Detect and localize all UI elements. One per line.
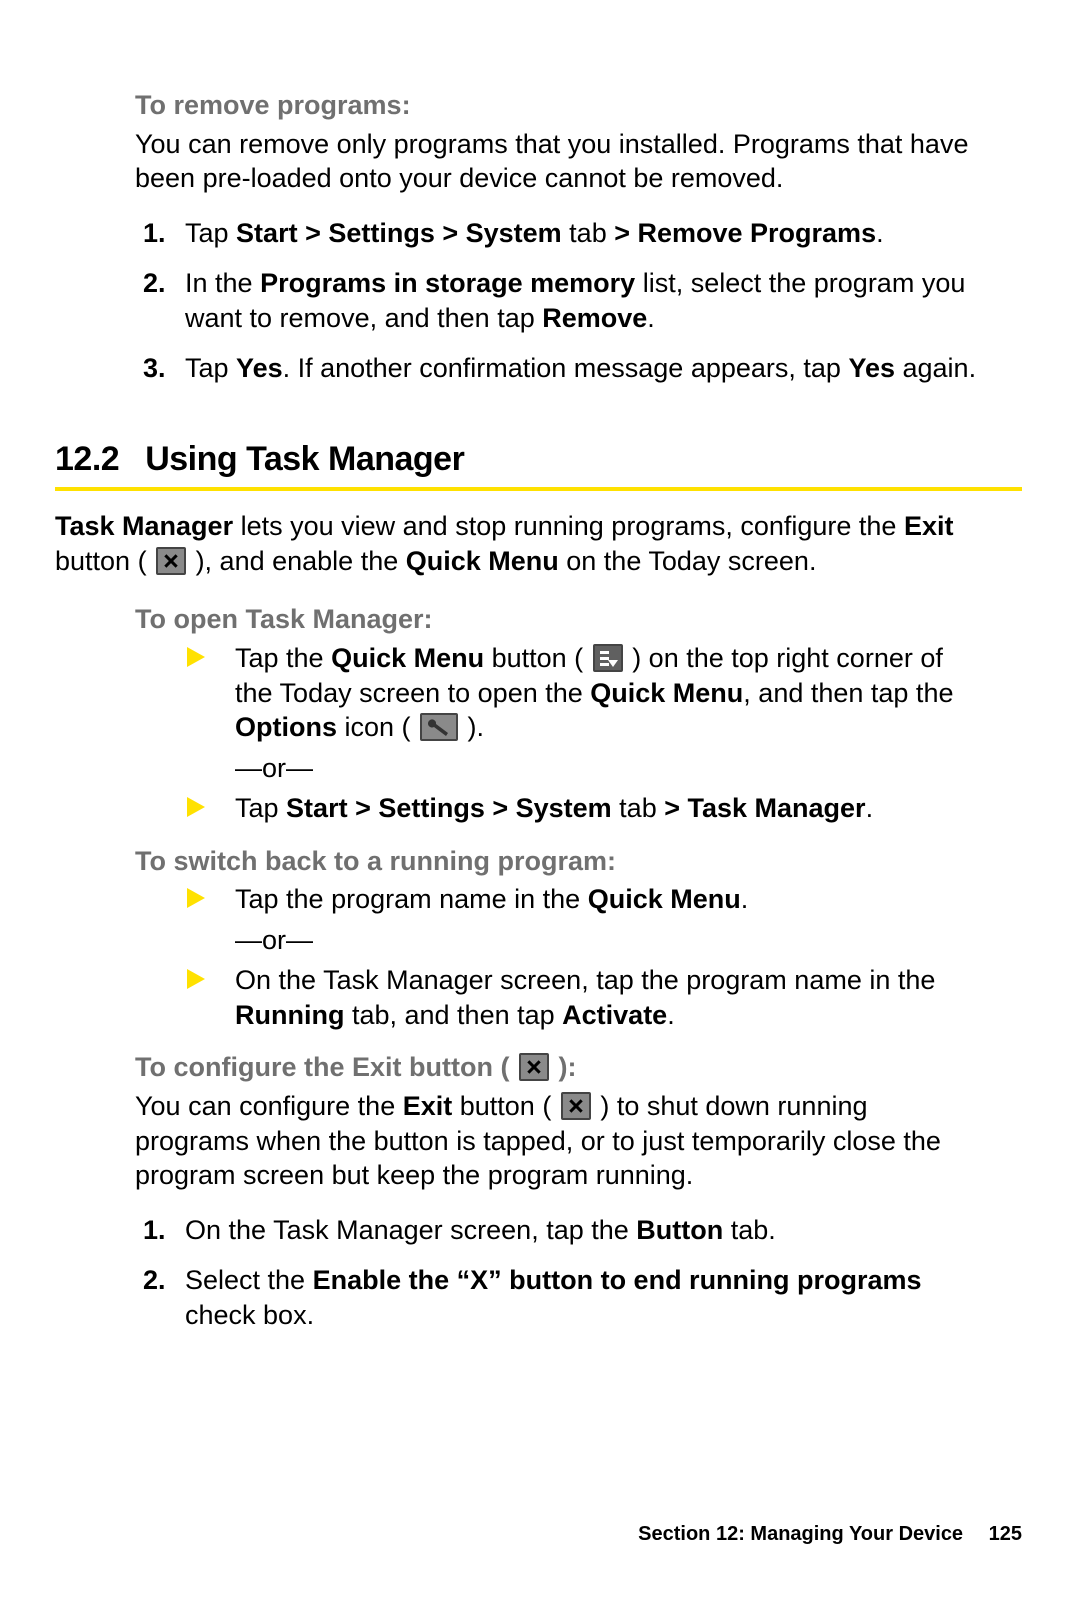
t: Enable the “X” button to end running pro…	[313, 1265, 922, 1295]
step-item: Tap Start > Settings > System tab > Remo…	[185, 216, 982, 251]
t: Select the	[185, 1265, 313, 1295]
config-desc: You can configure the Exit button ( ) to…	[135, 1089, 982, 1193]
t: Tap	[235, 793, 286, 823]
t: Programs in storage memory	[260, 268, 635, 298]
t: Yes	[236, 353, 283, 383]
exit-x-icon	[156, 547, 186, 575]
t: button (	[452, 1091, 559, 1121]
t: ), and enable the	[188, 546, 406, 576]
t: Yes	[848, 353, 895, 383]
bullet-item: Tap Start > Settings > System tab > Task…	[183, 791, 982, 826]
exit-x-icon	[519, 1053, 549, 1081]
t: button (	[55, 546, 154, 576]
t: Activate	[562, 1000, 667, 1030]
t: You can configure the	[135, 1091, 403, 1121]
footer-section: Section 12: Managing Your Device	[638, 1523, 963, 1545]
bullet-item: On the Task Manager screen, tap the prog…	[183, 963, 982, 1032]
t: button (	[484, 643, 591, 673]
task-manager-intro: Task Manager lets you view and stop runn…	[55, 509, 982, 578]
section-title: Using Task Manager	[145, 438, 464, 482]
t: > Task Manager	[664, 793, 865, 823]
section-number: 12.2	[55, 438, 119, 482]
t: Tap the program name in the	[235, 884, 588, 914]
switch-block: To switch back to a running program:	[135, 844, 982, 879]
t: ).	[460, 712, 484, 742]
t: Start > Settings > System	[236, 218, 562, 248]
exit-x-icon	[561, 1092, 591, 1120]
config-steps: On the Task Manager screen, tap the Butt…	[55, 1213, 1022, 1333]
t: Options	[235, 712, 337, 742]
t: Button	[636, 1215, 723, 1245]
t: On the Task Manager screen, tap the	[185, 1215, 636, 1245]
t: Tap the	[235, 643, 331, 673]
t: Quick Menu	[331, 643, 484, 673]
switch-bullets: Tap the program name in the Quick Menu. …	[183, 882, 982, 1032]
t: tab.	[723, 1215, 776, 1245]
t: To configure the Exit button (	[135, 1052, 517, 1082]
t: lets you view and stop running programs,…	[233, 511, 904, 541]
remove-desc: You can remove only programs that you in…	[135, 127, 982, 196]
subhead-switch: To switch back to a running program:	[135, 844, 982, 879]
open-tm-block: To open Task Manager:	[135, 602, 982, 637]
t: tab, and then tap	[344, 1000, 562, 1030]
section-underline	[55, 487, 1022, 491]
footer-page-number: 125	[989, 1523, 1022, 1545]
t: on the Today screen.	[559, 546, 817, 576]
subhead-open: To open Task Manager:	[135, 602, 982, 637]
remove-steps: Tap Start > Settings > System tab > Remo…	[55, 216, 1022, 386]
t: tab	[562, 218, 615, 248]
section-heading: 12.2 Using Task Manager	[55, 438, 1022, 492]
t: again.	[895, 353, 976, 383]
remove-programs-block: To remove programs: You can remove only …	[135, 88, 982, 196]
step-item: On the Task Manager screen, tap the Butt…	[185, 1213, 982, 1248]
or-separator: —or—	[235, 923, 982, 958]
t: Running	[235, 1000, 344, 1030]
t: In the	[185, 268, 260, 298]
page-footer: Section 12: Managing Your Device 125	[638, 1522, 1022, 1548]
subhead-remove: To remove programs:	[135, 88, 982, 123]
t: .	[647, 303, 655, 333]
t: . If another confirmation message appear…	[283, 353, 849, 383]
step-item: Select the Enable the “X” button to end …	[185, 1263, 982, 1332]
subhead-config: To configure the Exit button ( ):	[135, 1050, 982, 1085]
t: Quick Menu	[406, 546, 559, 576]
t: Quick Menu	[588, 884, 741, 914]
bullet-item: Tap the program name in the Quick Menu. …	[183, 882, 982, 957]
t: .	[876, 218, 884, 248]
t: , and then tap the	[743, 678, 953, 708]
or-separator: —or—	[235, 751, 982, 786]
t: .	[667, 1000, 675, 1030]
t: tab	[612, 793, 665, 823]
manual-page: To remove programs: You can remove only …	[0, 0, 1080, 1332]
config-block: To configure the Exit button ( ): You ca…	[135, 1050, 982, 1192]
t: ):	[551, 1052, 576, 1082]
section-title-row: 12.2 Using Task Manager	[55, 438, 1022, 488]
t: Tap	[185, 218, 236, 248]
step-item: Tap Yes. If another confirmation message…	[185, 351, 982, 386]
t: Remove	[542, 303, 647, 333]
bullet-item: Tap the Quick Menu button ( ) on the top…	[183, 641, 982, 785]
t: Quick Menu	[590, 678, 743, 708]
t: check box.	[185, 1300, 314, 1330]
open-bullets: Tap the Quick Menu button ( ) on the top…	[183, 641, 982, 826]
t: Exit	[904, 511, 954, 541]
t: Start > Settings > System	[286, 793, 612, 823]
t: Task Manager	[55, 511, 233, 541]
t: Tap	[185, 353, 236, 383]
t: .	[866, 793, 874, 823]
t: Exit	[403, 1091, 453, 1121]
quick-menu-icon	[593, 644, 623, 672]
t: icon (	[337, 712, 418, 742]
t: > Remove Programs	[614, 218, 876, 248]
step-item: In the Programs in storage memory list, …	[185, 266, 982, 335]
t: On the Task Manager screen, tap the prog…	[235, 965, 935, 995]
t: .	[741, 884, 749, 914]
options-wrench-icon	[420, 713, 458, 741]
